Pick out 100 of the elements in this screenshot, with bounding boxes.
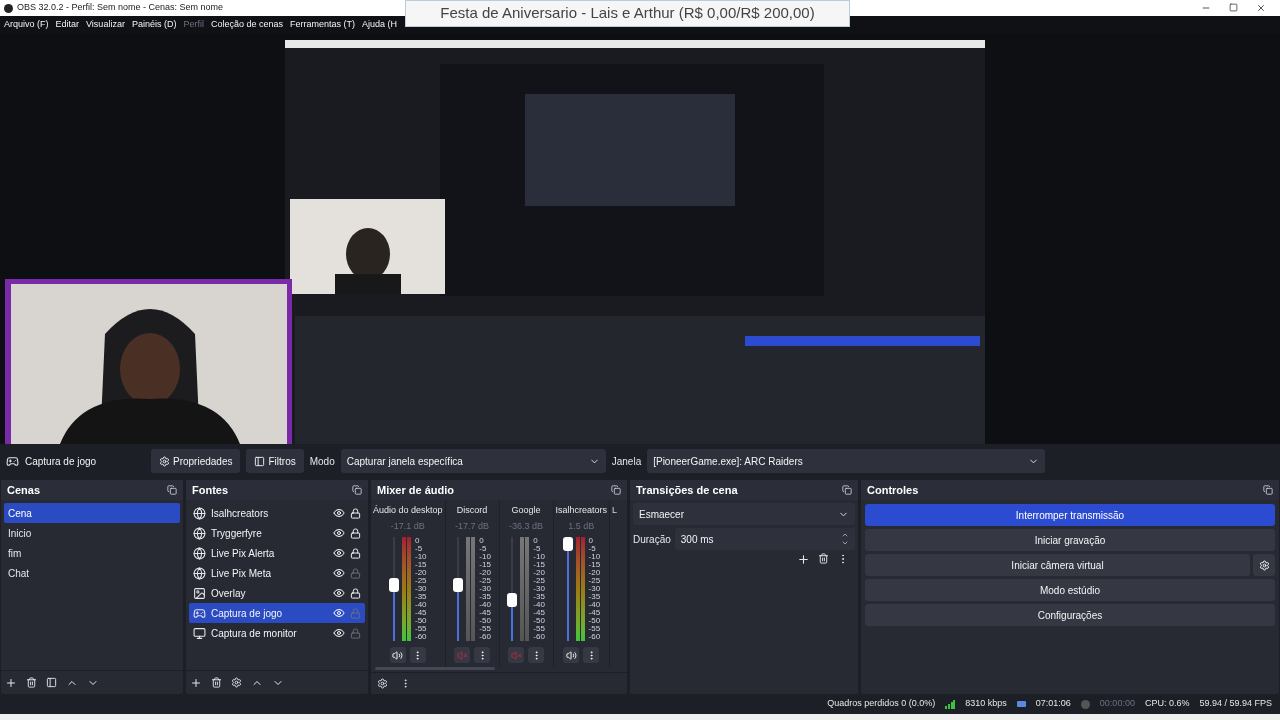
visibility-icon[interactable] bbox=[333, 607, 345, 619]
meter-scale-label: -15 bbox=[588, 561, 601, 569]
slider-thumb[interactable] bbox=[389, 577, 399, 592]
channel-menu-button[interactable] bbox=[528, 647, 545, 663]
float-dock-icon[interactable] bbox=[352, 485, 362, 495]
meter-scale-label: -5 bbox=[415, 545, 424, 553]
meter-scale-label: -40 bbox=[415, 601, 427, 609]
slider-thumb[interactable] bbox=[562, 537, 573, 551]
source-item[interactable]: Overlay bbox=[189, 583, 365, 603]
source-item[interactable]: Live Pix Meta bbox=[189, 563, 365, 583]
slider-thumb[interactable] bbox=[507, 592, 518, 607]
lock-icon[interactable] bbox=[350, 547, 361, 559]
float-dock-icon[interactable] bbox=[611, 485, 621, 495]
control-button[interactable]: Iniciar câmera virtual bbox=[865, 554, 1250, 576]
source-item[interactable]: Captura de jogo bbox=[189, 603, 365, 623]
source-item[interactable]: Live Pix Alerta bbox=[189, 543, 365, 563]
lock-icon[interactable] bbox=[350, 507, 361, 519]
visibility-icon[interactable] bbox=[333, 527, 345, 539]
scene-item[interactable]: Chat bbox=[4, 563, 180, 583]
visibility-icon[interactable] bbox=[333, 587, 345, 599]
menu-item[interactable]: Ferramentas (T) bbox=[290, 18, 355, 32]
window-select[interactable]: [PioneerGame.exe]: ARC Raiders bbox=[647, 449, 1046, 473]
properties-button[interactable]: Propriedades bbox=[151, 449, 241, 473]
control-button[interactable]: Configurações bbox=[865, 604, 1275, 626]
meter-scale-label: -10 bbox=[415, 553, 427, 561]
duration-label: Duração bbox=[633, 532, 671, 547]
volume-slider[interactable] bbox=[562, 537, 573, 641]
slider-thumb[interactable] bbox=[453, 577, 464, 592]
duration-field[interactable]: 300 ms bbox=[674, 528, 855, 550]
mode-select[interactable]: Capturar janela específica bbox=[340, 449, 606, 473]
menu-item[interactable]: Visualizar bbox=[86, 18, 125, 32]
trash-icon[interactable] bbox=[211, 677, 222, 688]
menu-item[interactable]: Arquivo (F) bbox=[4, 18, 49, 32]
mute-button[interactable] bbox=[389, 647, 406, 663]
add-icon[interactable] bbox=[190, 676, 202, 689]
add-icon[interactable] bbox=[797, 553, 810, 566]
channel-menu-button[interactable] bbox=[583, 647, 600, 663]
virtual-camera-settings-button[interactable] bbox=[1253, 554, 1275, 576]
float-dock-icon[interactable] bbox=[167, 485, 177, 495]
volume-slider[interactable] bbox=[389, 537, 399, 641]
channel-menu-button[interactable] bbox=[474, 647, 491, 663]
visibility-icon[interactable] bbox=[333, 627, 345, 639]
scene-item[interactable]: fim bbox=[4, 543, 180, 563]
visibility-icon[interactable] bbox=[333, 547, 345, 559]
control-button[interactable]: Interromper transmissão bbox=[865, 504, 1275, 526]
add-icon[interactable] bbox=[5, 676, 17, 689]
menu-item[interactable]: Painéis (D) bbox=[131, 18, 177, 32]
filter-icon[interactable] bbox=[46, 677, 57, 688]
settings-icon[interactable] bbox=[231, 677, 242, 688]
monitor-icon bbox=[193, 626, 206, 640]
dock-title: Mixer de áudio bbox=[377, 482, 455, 498]
source-name: Live Pix Meta bbox=[211, 566, 273, 581]
volume-slider[interactable] bbox=[453, 537, 464, 641]
meter-scale-label: -5 bbox=[533, 545, 542, 553]
meter-scale-label: -10 bbox=[533, 553, 545, 561]
trash-icon[interactable] bbox=[26, 677, 37, 688]
scene-item[interactable]: Cena bbox=[4, 503, 180, 523]
dock-title: Cenas bbox=[7, 482, 41, 498]
mute-button[interactable] bbox=[563, 647, 580, 663]
menu-item[interactable]: Coleção de cenas bbox=[210, 18, 283, 32]
visibility-icon[interactable] bbox=[333, 567, 345, 579]
meter-scale-label: -15 bbox=[533, 561, 545, 569]
channel-name: Google bbox=[511, 504, 541, 517]
control-button[interactable]: Iniciar gravação bbox=[865, 529, 1275, 551]
maximize-icon[interactable] bbox=[1229, 3, 1238, 12]
close-icon[interactable] bbox=[1256, 3, 1266, 13]
source-name: Live Pix Alerta bbox=[211, 546, 276, 561]
horizontal-scrollbar[interactable] bbox=[375, 667, 495, 670]
source-name: Tryggerfyre bbox=[211, 526, 263, 541]
meter-scale-label: -50 bbox=[479, 617, 491, 625]
decrement-icon[interactable] bbox=[841, 539, 849, 547]
mode-label: Modo bbox=[309, 454, 335, 469]
record-status-icon bbox=[1080, 699, 1090, 709]
menu-item[interactable]: Ajuda (H bbox=[362, 18, 397, 32]
lock-icon[interactable] bbox=[350, 587, 361, 599]
float-dock-icon[interactable] bbox=[1263, 485, 1273, 495]
increment-icon[interactable] bbox=[841, 531, 849, 539]
visibility-icon[interactable] bbox=[333, 507, 345, 519]
channel-menu-button[interactable] bbox=[409, 647, 426, 663]
meter-scale-label: -60 bbox=[533, 633, 545, 641]
scene-item[interactable]: Inicio bbox=[4, 523, 180, 543]
source-item[interactable]: Captura de monitor bbox=[189, 623, 365, 643]
volume-slider[interactable] bbox=[507, 537, 518, 641]
float-dock-icon[interactable] bbox=[842, 485, 852, 495]
menu-item[interactable]: Editar bbox=[55, 18, 80, 32]
dock-title: Transições de cena bbox=[636, 482, 738, 498]
meter-scale-label: -60 bbox=[415, 633, 427, 641]
advanced-audio-icon[interactable] bbox=[377, 678, 388, 689]
source-item[interactable]: Isalhcreators bbox=[189, 503, 365, 523]
trash-icon[interactable] bbox=[818, 553, 829, 564]
meter-scale-label: -20 bbox=[533, 569, 545, 577]
meter-scale-label: -25 bbox=[415, 577, 427, 585]
transition-select[interactable]: Esmaecer bbox=[633, 503, 855, 525]
control-button[interactable]: Modo estúdio bbox=[865, 579, 1275, 601]
meter-scale-label: -60 bbox=[588, 633, 601, 641]
channel-name: Áudio do desktop bbox=[373, 504, 443, 517]
lock-icon[interactable] bbox=[350, 527, 361, 539]
filters-button[interactable]: Filtros bbox=[246, 449, 304, 473]
source-item[interactable]: Tryggerfyre bbox=[189, 523, 365, 543]
meter-scale-label: -45 bbox=[415, 609, 427, 617]
